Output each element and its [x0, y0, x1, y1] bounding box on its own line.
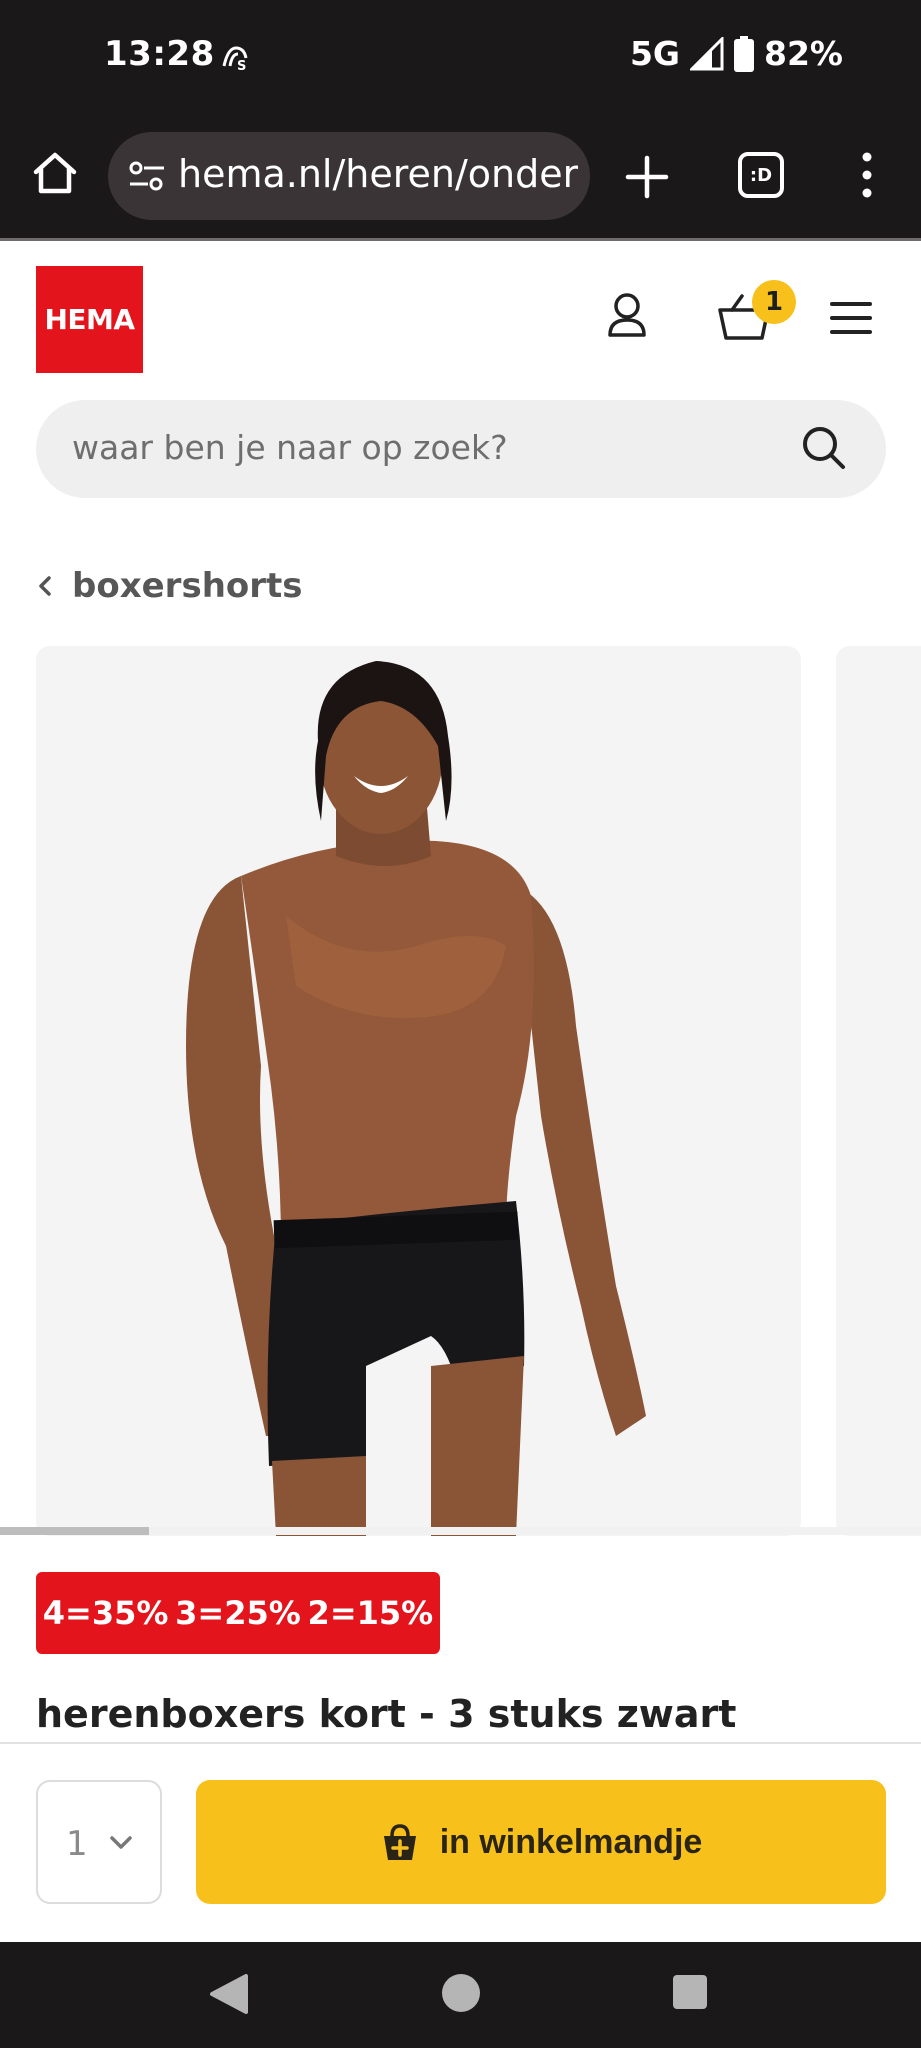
notification-app-icon: S [222, 46, 248, 74]
quantity-value: 1 [66, 1824, 88, 1864]
battery-icon [734, 35, 754, 72]
search-bar [36, 400, 886, 498]
signal-icon [690, 36, 724, 70]
add-to-cart-label: in winkelmandje [439, 1822, 703, 1861]
quantity-select[interactable]: 1 [36, 1780, 162, 1904]
back-icon[interactable] [208, 1972, 250, 2016]
carousel-progress-indicator [0, 1527, 149, 1535]
more-options-icon[interactable] [852, 150, 882, 200]
promo-item: 4=35% [42, 1594, 169, 1632]
status-indicators: 5G 82% [630, 34, 843, 73]
account-icon[interactable] [602, 290, 652, 340]
chevron-left-icon [39, 576, 51, 596]
breadcrumb-label: boxershorts [72, 566, 303, 606]
home-icon[interactable] [30, 148, 80, 198]
promo-item: 2=15% [307, 1594, 434, 1632]
svg-text:S: S [237, 59, 246, 74]
promo-item: 3=25% [175, 1594, 301, 1632]
tab-switcher-button[interactable]: :D [738, 152, 784, 198]
home-circle-icon[interactable] [440, 1972, 482, 2014]
address-bar[interactable]: hema.nl/heren/onderg [108, 132, 590, 220]
menu-icon[interactable] [830, 300, 872, 336]
recents-icon[interactable] [672, 1974, 708, 2010]
model-photo-illustration [186, 661, 646, 1536]
search-input[interactable] [72, 428, 772, 467]
network-type: 5G [629, 34, 680, 73]
chevron-down-icon [110, 1836, 132, 1849]
system-navigation-bar [0, 1942, 921, 2048]
status-bar: 13:28 S 5G 82% [0, 0, 921, 118]
cart-count-badge: 1 [752, 280, 796, 324]
product-title: herenboxers kort - 3 stuks zwart [36, 1692, 737, 1736]
promo-badge: 4=35% 3=25% 2=15% [36, 1572, 440, 1654]
breadcrumb[interactable]: boxershorts [36, 566, 303, 606]
url-text: hema.nl/heren/onderg [178, 152, 578, 196]
battery-percentage: 82% [764, 34, 843, 73]
product-image[interactable] [36, 646, 801, 1536]
search-icon[interactable] [800, 424, 846, 470]
basket-add-icon [383, 1824, 416, 1860]
site-settings-icon[interactable] [126, 156, 168, 198]
status-time: 13:28 [104, 34, 215, 74]
new-tab-icon[interactable] [624, 154, 670, 200]
hema-logo[interactable]: HEMA [36, 266, 143, 373]
browser-toolbar: hema.nl/heren/onderg :D [0, 118, 921, 238]
toolbar-divider [0, 238, 921, 241]
add-to-cart-button[interactable]: in winkelmandje [196, 1780, 886, 1904]
next-product-image[interactable] [836, 646, 921, 1536]
